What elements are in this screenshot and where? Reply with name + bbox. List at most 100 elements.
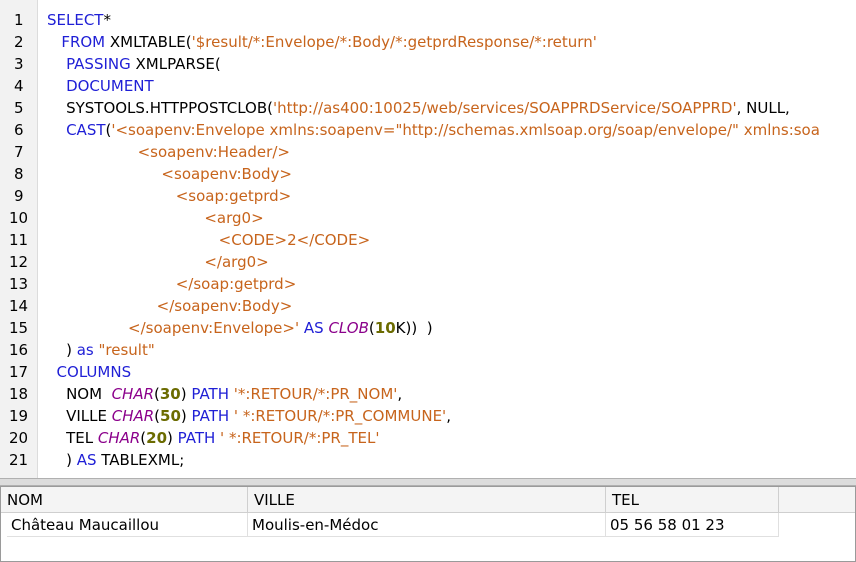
line-number: 20 (9, 429, 29, 447)
code-token: TABLEXML; (96, 451, 185, 469)
code-token: COLUMNS (56, 363, 132, 381)
code-token: CHAR (97, 429, 141, 447)
code-line[interactable]: </soapenv:Body> (47, 295, 293, 317)
code-line[interactable]: <soap:getprd> (47, 185, 291, 207)
code-token: 'http://as400:10025/web/services/SOAPPRD… (273, 99, 737, 117)
table-cell-nom[interactable]: Château Maucaillou (7, 513, 248, 537)
code-line[interactable]: </soapenv:Envelope>' AS CLOB(10K)) ) (47, 317, 433, 339)
line-number: 9 (14, 187, 24, 205)
code-token: 20 (146, 429, 168, 447)
line-number: 19 (9, 407, 29, 425)
code-line[interactable]: NOM CHAR(30) PATH '*:RETOUR/*:PR_NOM', (47, 383, 402, 405)
line-number: 21 (9, 451, 29, 469)
code-token: ) (180, 407, 192, 425)
code-token: ) (167, 429, 178, 447)
code-token: * (103, 11, 111, 29)
code-line[interactable]: SYSTOOLS.HTTPPOSTCLOB('http://as400:1002… (47, 97, 790, 119)
line-number: 3 (14, 55, 24, 73)
splitter-bar[interactable] (0, 478, 856, 486)
code-token: 10 (374, 319, 396, 337)
code-line[interactable]: <soapenv:Body> (47, 163, 292, 185)
column-header-tel[interactable]: TEL (606, 487, 779, 513)
line-number: 2 (14, 33, 24, 51)
line-number: 14 (9, 297, 29, 315)
line-number: 1 (14, 11, 24, 29)
code-token: '<soapenv:Envelope xmlns:soapenv="http:/… (111, 121, 820, 139)
line-number: 17 (9, 363, 29, 381)
code-line[interactable]: COLUMNS (47, 361, 132, 383)
code-line[interactable]: ) AS TABLEXML; (47, 449, 184, 471)
column-header-nom[interactable]: NOM (1, 487, 248, 513)
code-token: DOCUMENT (66, 77, 154, 95)
code-token: VILLE (47, 407, 112, 425)
table-cell-tel[interactable]: 05 56 58 01 23 (606, 513, 779, 537)
line-number: 7 (14, 143, 24, 161)
code-token: </soap:getprd> (47, 275, 297, 293)
code-line[interactable]: <CODE>2</CODE> (47, 229, 371, 251)
code-token: 30 (159, 385, 181, 403)
code-line[interactable]: VILLE CHAR(50) PATH ' *:RETOUR/*:PR_COMM… (47, 405, 451, 427)
code-token: PATH (191, 385, 229, 403)
line-number: 11 (9, 231, 29, 249)
code-token: ) (47, 451, 77, 469)
code-line[interactable]: SELECT* (47, 9, 111, 31)
results-grid[interactable]: NOM VILLE TEL Château Maucaillou Moulis-… (0, 486, 856, 562)
code-line[interactable]: TEL CHAR(20) PATH ' *:RETOUR/*:PR_TEL' (47, 427, 379, 449)
code-token: </arg0> (47, 253, 269, 271)
code-token: <soapenv:Body> (47, 165, 292, 183)
code-token: FROM (61, 33, 106, 51)
code-line[interactable]: <soapenv:Header/> (47, 141, 290, 163)
code-line[interactable]: FROM XMLTABLE('$result/*:Envelope/*:Body… (47, 31, 597, 53)
code-token: PATH (191, 407, 230, 425)
line-number: 18 (9, 385, 29, 403)
table-cell-ville[interactable]: Moulis-en-Médoc (248, 513, 606, 537)
line-number: 10 (9, 209, 29, 227)
column-header-ville[interactable]: VILLE (248, 487, 606, 513)
code-line[interactable]: <arg0> (47, 207, 264, 229)
code-token: <soapenv:Header/> (47, 143, 290, 161)
code-token: PATH (177, 429, 216, 447)
code-line[interactable]: CAST('<soapenv:Envelope xmlns:soapenv="h… (47, 119, 820, 141)
code-token: SYSTOOLS.HTTPPOSTCLOB( (47, 99, 273, 117)
code-token: CHAR (111, 385, 155, 403)
code-token: 50 (160, 407, 181, 425)
line-number: 16 (9, 341, 29, 359)
line-number: 5 (14, 99, 24, 117)
line-number: 6 (14, 121, 24, 139)
code-token: XMLTABLE( (105, 33, 192, 51)
code-line[interactable]: ) as "result" (47, 339, 155, 361)
code-token: TEL (47, 429, 98, 447)
code-token: <CODE>2</CODE> (47, 231, 371, 249)
code-line[interactable]: DOCUMENT (47, 75, 154, 97)
sql-editor[interactable]: 1 2 3 4 5 6 7 8 9 10 11 12 13 14 15 16 17 18 19 20 21 SELECT… (0, 0, 856, 478)
code-token: , (446, 407, 451, 425)
code-token: <arg0> (47, 209, 264, 227)
code-token: <soap:getprd> (47, 187, 292, 205)
code-token: '$result/*:Envelope/*:Body/*:getprdRespo… (191, 33, 597, 51)
line-number: 4 (14, 77, 24, 95)
code-line[interactable]: </arg0> (47, 251, 269, 273)
code-token: ) (47, 341, 77, 359)
code-token: , NULL, (736, 99, 790, 117)
code-token: K)) ) (395, 319, 433, 337)
code-token: '*:RETOUR/*:PR_NOM' (233, 385, 398, 403)
code-token: as (76, 341, 94, 359)
line-number: 15 (9, 319, 29, 337)
code-token: CHAR (111, 407, 155, 425)
code-token: ' *:RETOUR/*:PR_COMMUNE' (233, 407, 447, 425)
code-line[interactable]: PASSING XMLPARSE( (47, 53, 221, 75)
code-token: </soapenv:Body> (47, 297, 293, 315)
code-token: AS (299, 319, 329, 337)
code-token: , (397, 385, 403, 403)
line-number: 13 (9, 275, 29, 293)
code-token: PASSING (66, 55, 131, 73)
code-token: CLOB (328, 319, 369, 337)
code-token: ' *:RETOUR/*:PR_TEL' (220, 429, 380, 447)
code-token: SELECT (47, 11, 104, 29)
line-number-gutter: 1 2 3 4 5 6 7 8 9 10 11 12 13 14 15 16 17 18 19 20 21 (0, 0, 38, 478)
code-line[interactable]: </soap:getprd> (47, 273, 297, 295)
line-number: 8 (14, 165, 24, 183)
code-token: AS (76, 451, 97, 469)
